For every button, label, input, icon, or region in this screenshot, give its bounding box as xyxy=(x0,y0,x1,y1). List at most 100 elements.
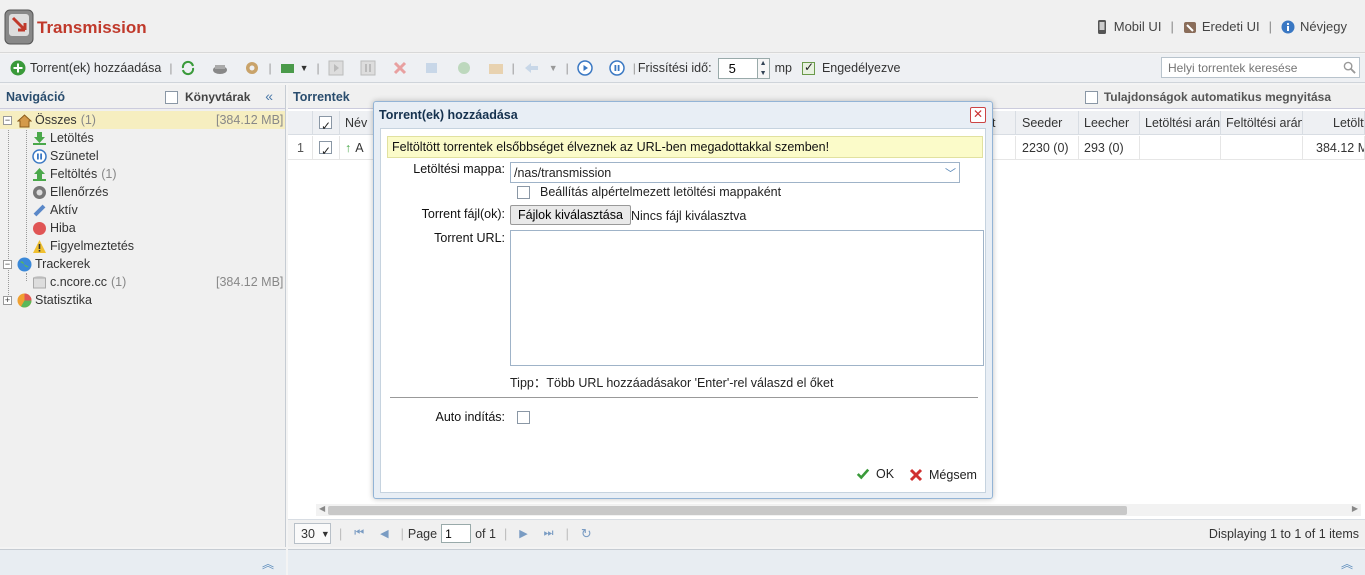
last-page-icon[interactable]: ⏭ xyxy=(544,527,554,540)
no-file-selected-text: Nincs fájl kiválasztva xyxy=(631,209,747,223)
ok-button[interactable]: OK xyxy=(855,467,894,481)
nav-item-trackers[interactable]: − Trackerek xyxy=(0,255,90,273)
auto-open-properties-toggle[interactable]: Tulajdonságok automatikus megnyitása xyxy=(1084,90,1331,104)
nav-item-paused[interactable]: Szünetel xyxy=(32,147,99,165)
page-size-select[interactable]: 30 ▼ xyxy=(294,523,331,544)
libraries-checkbox[interactable] xyxy=(165,90,178,104)
column-select-all[interactable] xyxy=(313,111,340,135)
toolbar-separator: | xyxy=(268,61,272,75)
pause-all-button[interactable] xyxy=(607,57,627,79)
column-leecher[interactable]: Leecher xyxy=(1079,111,1140,135)
expand-up-icon[interactable]: ︽ xyxy=(1341,555,1353,572)
url-tip: Tipp：Több URL hozzáadásakor 'Enter'-rel … xyxy=(510,376,834,390)
nav-item-checking[interactable]: Ellenőrzés xyxy=(32,183,108,201)
speed-limit-button[interactable] xyxy=(210,57,230,79)
nav-item-statistics[interactable]: + Statisztika xyxy=(0,291,92,309)
reannounce-button[interactable] xyxy=(454,57,474,79)
start-button[interactable] xyxy=(326,57,346,79)
remove-button[interactable] xyxy=(390,57,410,79)
change-location-button[interactable] xyxy=(486,57,506,79)
remove-icon xyxy=(393,61,406,75)
settings-button[interactable] xyxy=(242,57,262,79)
info-icon xyxy=(1281,20,1295,33)
recheck-button[interactable] xyxy=(422,57,442,79)
auto-open-checkbox[interactable] xyxy=(1084,90,1098,104)
download-folder-label: Letöltési mappa: xyxy=(413,162,505,176)
column-upload-rate[interactable]: Feltöltési arány xyxy=(1221,111,1303,135)
choose-files-button[interactable]: Fájlok kiválasztása xyxy=(510,205,631,225)
plugins-button[interactable]: ▼ xyxy=(278,57,311,79)
next-page-icon[interactable]: ▶ xyxy=(519,527,527,540)
column-seeder[interactable]: Seeder xyxy=(1017,111,1079,135)
left-bottom-bar: ︽ xyxy=(0,549,286,575)
header-separator: | xyxy=(1170,19,1174,34)
set-default-folder-checkbox[interactable] xyxy=(517,185,530,199)
row-upload-rate xyxy=(1221,136,1303,160)
check-icon xyxy=(856,468,870,480)
page-number-input[interactable] xyxy=(441,524,472,543)
enabled-checkbox[interactable]: Engedélyezve xyxy=(800,57,903,79)
scrollbar-thumb[interactable] xyxy=(328,506,1127,515)
nav-item-tracker-ncore[interactable]: c.ncore.cc (1) [384.12 MB] xyxy=(32,273,285,291)
reload-button[interactable] xyxy=(178,57,198,79)
warning-icon xyxy=(33,239,46,253)
row-select-cell[interactable] xyxy=(313,136,340,160)
about-link[interactable]: Névjegy xyxy=(1281,19,1347,34)
select-all-checkbox[interactable] xyxy=(319,114,332,135)
collapse-left-icon[interactable]: « xyxy=(265,88,273,104)
mobile-icon xyxy=(1097,19,1106,34)
column-downloaded[interactable]: Letöltve xyxy=(1303,111,1365,135)
collapse-icon[interactable]: − xyxy=(3,115,12,125)
page-label: Page xyxy=(407,526,438,541)
chevron-down-icon[interactable]: ﹀ xyxy=(945,165,956,181)
column-download-rate[interactable]: Letöltési arány xyxy=(1140,111,1221,135)
row-checkbox[interactable] xyxy=(319,139,332,160)
close-icon[interactable]: ✕ xyxy=(970,107,986,123)
nav-item-all[interactable]: − Összes (1) [384.12 MB] xyxy=(0,111,285,129)
first-page-icon[interactable]: ⏮ xyxy=(354,527,364,540)
mobile-ui-link[interactable]: Mobil UI xyxy=(1095,19,1161,34)
cancel-button[interactable]: Mégsem xyxy=(908,467,977,483)
expand-up-icon[interactable]: ︽ xyxy=(262,555,274,572)
plus-icon xyxy=(10,60,26,76)
torrent-url-textarea[interactable] xyxy=(510,230,984,366)
prev-page-icon[interactable]: ◀ xyxy=(380,527,388,540)
nav-item-active[interactable]: Aktív xyxy=(32,201,78,219)
nav-item-error[interactable]: Hiba xyxy=(32,219,76,237)
scroll-right-icon[interactable]: ▶ xyxy=(1352,504,1358,513)
checkbox-icon[interactable] xyxy=(801,60,815,75)
scroll-left-icon[interactable]: ◀ xyxy=(319,504,325,513)
libraries-toggle[interactable]: Könyvtárak xyxy=(165,90,250,104)
nav-item-downloading[interactable]: Letöltés xyxy=(32,129,94,147)
queue-button[interactable]: ▼ xyxy=(521,57,560,79)
error-icon xyxy=(33,221,46,235)
pause-circle-icon xyxy=(609,60,625,76)
download-folder-select[interactable]: /nas/transmission ﹀ xyxy=(510,162,960,183)
expand-icon[interactable]: + xyxy=(3,295,12,305)
nav-item-uploading[interactable]: Feltöltés (1) xyxy=(32,165,117,183)
reload-page-icon[interactable]: ↻ xyxy=(581,526,592,542)
pause-button[interactable] xyxy=(358,57,378,79)
gear-icon xyxy=(246,62,259,74)
refresh-unit: mp xyxy=(774,61,792,75)
set-default-folder-option[interactable]: Beállítás alpértelmezett letöltési mappa… xyxy=(517,185,781,199)
row-seeder: 2230 (0) xyxy=(1017,136,1079,160)
toolbar-separator: | xyxy=(632,61,636,75)
search-input[interactable] xyxy=(1161,57,1360,78)
original-ui-link[interactable]: Eredeti UI xyxy=(1183,19,1260,34)
download-folder-value: /nas/transmission xyxy=(514,165,612,180)
refresh-spinner[interactable]: ▲ ▼ xyxy=(757,57,770,79)
add-torrent-button[interactable]: Torrent(ek) hozzáadása xyxy=(8,57,163,79)
auto-start-checkbox[interactable] xyxy=(517,411,530,424)
collapse-icon[interactable]: − xyxy=(3,259,12,269)
pause-icon xyxy=(32,148,47,164)
search-icon[interactable] xyxy=(1343,61,1356,74)
horizontal-scrollbar[interactable]: ◀ ▶ xyxy=(316,504,1361,516)
nav-item-warning[interactable]: Figyelmeztetés xyxy=(32,237,134,255)
start-all-button[interactable] xyxy=(575,57,595,79)
libraries-label: Könyvtárak xyxy=(185,90,251,104)
spinner-down-icon[interactable]: ▼ xyxy=(758,69,769,79)
refresh-interval-input[interactable] xyxy=(717,57,758,79)
spinner-up-icon[interactable]: ▲ xyxy=(758,59,769,69)
download-icon xyxy=(33,131,46,145)
